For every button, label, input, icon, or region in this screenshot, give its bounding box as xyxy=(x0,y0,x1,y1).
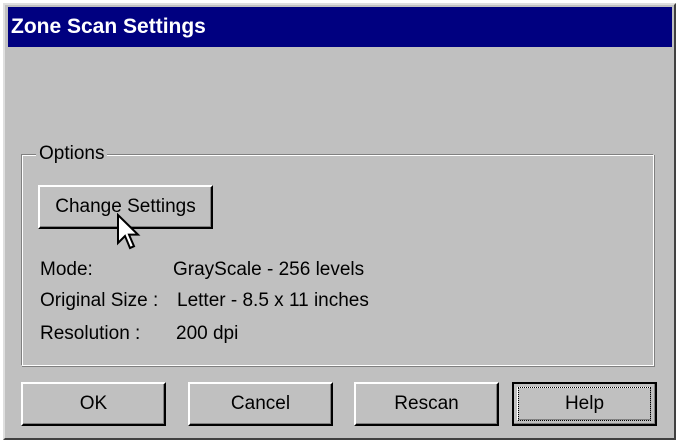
original-size-label: Original Size : xyxy=(40,290,159,311)
mode-value: GrayScale - 256 levels xyxy=(173,259,365,280)
mouse-pointer-icon xyxy=(117,213,141,250)
resolution-label: Resolution : xyxy=(40,323,141,344)
title-bar[interactable]: Zone Scan Settings xyxy=(8,7,672,47)
resolution-value: 200 dpi xyxy=(176,323,239,344)
help-button[interactable]: Help xyxy=(512,382,657,426)
help-button-label: Help xyxy=(564,393,605,414)
rescan-button[interactable]: Rescan xyxy=(354,382,499,426)
ok-button[interactable]: OK xyxy=(21,382,166,426)
mode-label: Mode: xyxy=(40,259,93,280)
cancel-button[interactable]: Cancel xyxy=(188,382,333,426)
original-size-value: Letter - 8.5 x 11 inches xyxy=(177,290,369,311)
window-title: Zone Scan Settings xyxy=(11,15,206,38)
options-group-label: Options xyxy=(36,143,108,165)
